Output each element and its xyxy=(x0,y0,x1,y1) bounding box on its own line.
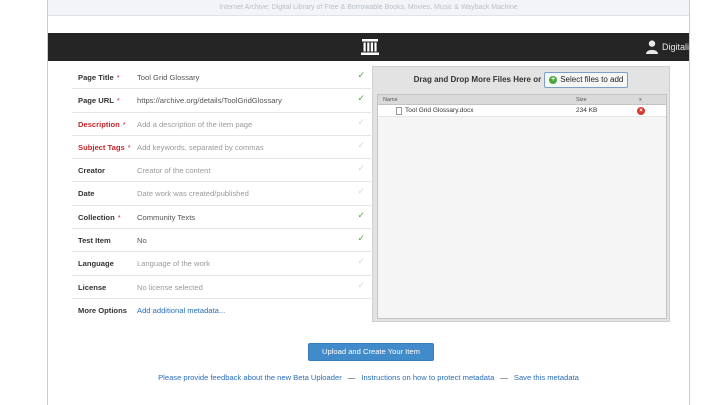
check-icon: ✓ xyxy=(357,70,365,80)
field-description-value[interactable]: Add a description of the item page xyxy=(137,120,252,129)
check-icon: ✓ xyxy=(357,186,365,197)
archive-building-icon[interactable] xyxy=(361,39,379,55)
file-name: Tool Grid Glossary.docx xyxy=(405,107,474,114)
check-icon: ✓ xyxy=(357,116,365,127)
footer-separator: — xyxy=(500,373,508,382)
field-label: Description * xyxy=(78,120,126,129)
column-action: x xyxy=(639,97,642,103)
upload-create-button[interactable]: Upload and Create Your Item xyxy=(308,343,434,361)
instructions-link[interactable]: Instructions on how to protect metadata xyxy=(361,373,494,382)
field-date-value[interactable]: Date work was created/published xyxy=(137,189,249,198)
field-creator-value[interactable]: Creator of the content xyxy=(137,166,210,175)
field-label: Collection * xyxy=(78,213,121,222)
check-icon: ✓ xyxy=(357,163,365,174)
drop-zone-prompt: Drag and Drop More Files Here or xyxy=(413,75,542,84)
field-label-text: Subject Tags xyxy=(78,142,125,152)
check-icon: ✓ xyxy=(357,139,365,150)
check-icon: ✓ xyxy=(357,209,365,220)
field-label: License xyxy=(78,283,106,292)
field-label-text: Creator xyxy=(78,166,106,176)
field-label: Subject Tags * xyxy=(78,143,131,152)
field-page-url-value[interactable]: https://archive.org/details/ToolGridGlos… xyxy=(137,96,282,105)
file-list-table: Name Size x Tool Grid Glossary.docx 234 … xyxy=(377,94,667,319)
check-icon: ✓ xyxy=(357,233,365,244)
form-row-subject-tags: Subject Tags * Add keywords, separated by … xyxy=(72,136,371,160)
user-menu[interactable]: Digitali xyxy=(645,33,689,61)
form-row-more-options: More Options Add additional metadata... xyxy=(72,299,371,322)
check-icon: ✓ xyxy=(357,279,365,290)
form-row-creator: Creator Creator of the content ✓ xyxy=(72,159,371,183)
required-star: * xyxy=(117,212,121,222)
field-label: Page Title * xyxy=(78,73,120,82)
file-row[interactable]: Tool Grid Glossary.docx 234 KB × xyxy=(378,105,666,117)
add-metadata-link[interactable]: Add additional metadata... xyxy=(137,306,225,315)
field-license-value[interactable]: No license selected xyxy=(137,283,203,292)
required-star: * xyxy=(122,119,126,129)
field-subject-tags-value[interactable]: Add keywords, separated by commas xyxy=(137,143,264,152)
document-icon xyxy=(396,107,402,115)
plus-circle-icon: + xyxy=(549,75,558,84)
window-title-bar: Internet Archive: Digital Library of Fre… xyxy=(48,0,689,16)
file-list-header: Name Size x xyxy=(378,95,666,105)
check-icon: ✓ xyxy=(357,93,365,104)
drop-zone-header: Drag and Drop More Files Here or + Selec… xyxy=(373,71,669,88)
save-metadata-link[interactable]: Save this metadata xyxy=(514,373,579,382)
field-language-value[interactable]: Language of the work xyxy=(137,259,210,268)
field-collection-value[interactable]: Community Texts xyxy=(137,213,195,222)
form-row-language: Language Language of the work ✓ xyxy=(72,252,371,276)
field-label-text: Language xyxy=(78,259,114,269)
required-star: * xyxy=(116,73,120,82)
required-star: * xyxy=(116,96,120,106)
field-page-title-value[interactable]: Tool Grid Glossary xyxy=(137,73,199,82)
column-size: Size xyxy=(576,97,587,103)
field-label-text: Description xyxy=(78,119,120,129)
form-row-license: License No license selected ✓ xyxy=(72,276,371,299)
remove-file-icon[interactable]: × xyxy=(637,107,645,115)
field-test-item-value[interactable]: No xyxy=(137,236,147,245)
required-star: * xyxy=(127,142,131,152)
window-title: Internet Archive: Digital Library of Fre… xyxy=(219,4,518,11)
field-label-text: More Options xyxy=(78,305,127,315)
person-icon xyxy=(645,40,658,54)
file-size: 234 KB xyxy=(576,107,598,114)
field-label-text: Page Title xyxy=(78,73,114,82)
form-row-page-url: Page URL * https://archive.org/details/Too… xyxy=(72,89,371,113)
user-name: Digitali xyxy=(661,42,689,52)
form-row-collection: Collection * Community Texts ✓ xyxy=(72,206,371,230)
field-label-text: License xyxy=(78,282,107,292)
field-label: Language xyxy=(78,259,114,268)
field-label: Date xyxy=(78,189,94,198)
footer-links: Please provide feedback about the new Be… xyxy=(48,373,689,382)
form-row-page-title: Page Title * Tool Grid Glossary ✓ xyxy=(72,66,371,90)
check-icon: ✓ xyxy=(357,256,365,267)
feedback-link[interactable]: Please provide feedback about the new Be… xyxy=(158,373,342,382)
field-label: More Options xyxy=(78,306,127,315)
field-label: Test Item xyxy=(78,236,111,245)
field-label-text: Date xyxy=(78,189,95,199)
form-row-date: Date Date work was created/published ✓ xyxy=(72,182,371,206)
field-label: Creator xyxy=(78,166,105,175)
select-files-button[interactable]: + Select files to add xyxy=(544,71,629,88)
file-drop-zone[interactable]: Drag and Drop More Files Here or + Selec… xyxy=(372,66,670,322)
select-files-label: Select files to add xyxy=(560,75,624,84)
field-label-text: Page URL xyxy=(78,96,114,106)
metadata-form: Page Title * Tool Grid Glossary ✓ Page URL * h… xyxy=(72,66,371,322)
field-label-text: Test Item xyxy=(78,236,111,246)
column-name: Name xyxy=(383,97,398,103)
footer-separator: — xyxy=(347,373,356,382)
top-navigation-bar: Digitali xyxy=(48,33,689,61)
uploader-window: Internet Archive: Digital Library of Fre… xyxy=(47,0,690,405)
field-label: Page URL * xyxy=(78,96,120,105)
field-label-text: Collection xyxy=(78,212,115,222)
form-row-description: Description * Add a description of the ite… xyxy=(72,113,371,136)
form-row-test-item: Test Item No ✓ xyxy=(72,229,371,253)
